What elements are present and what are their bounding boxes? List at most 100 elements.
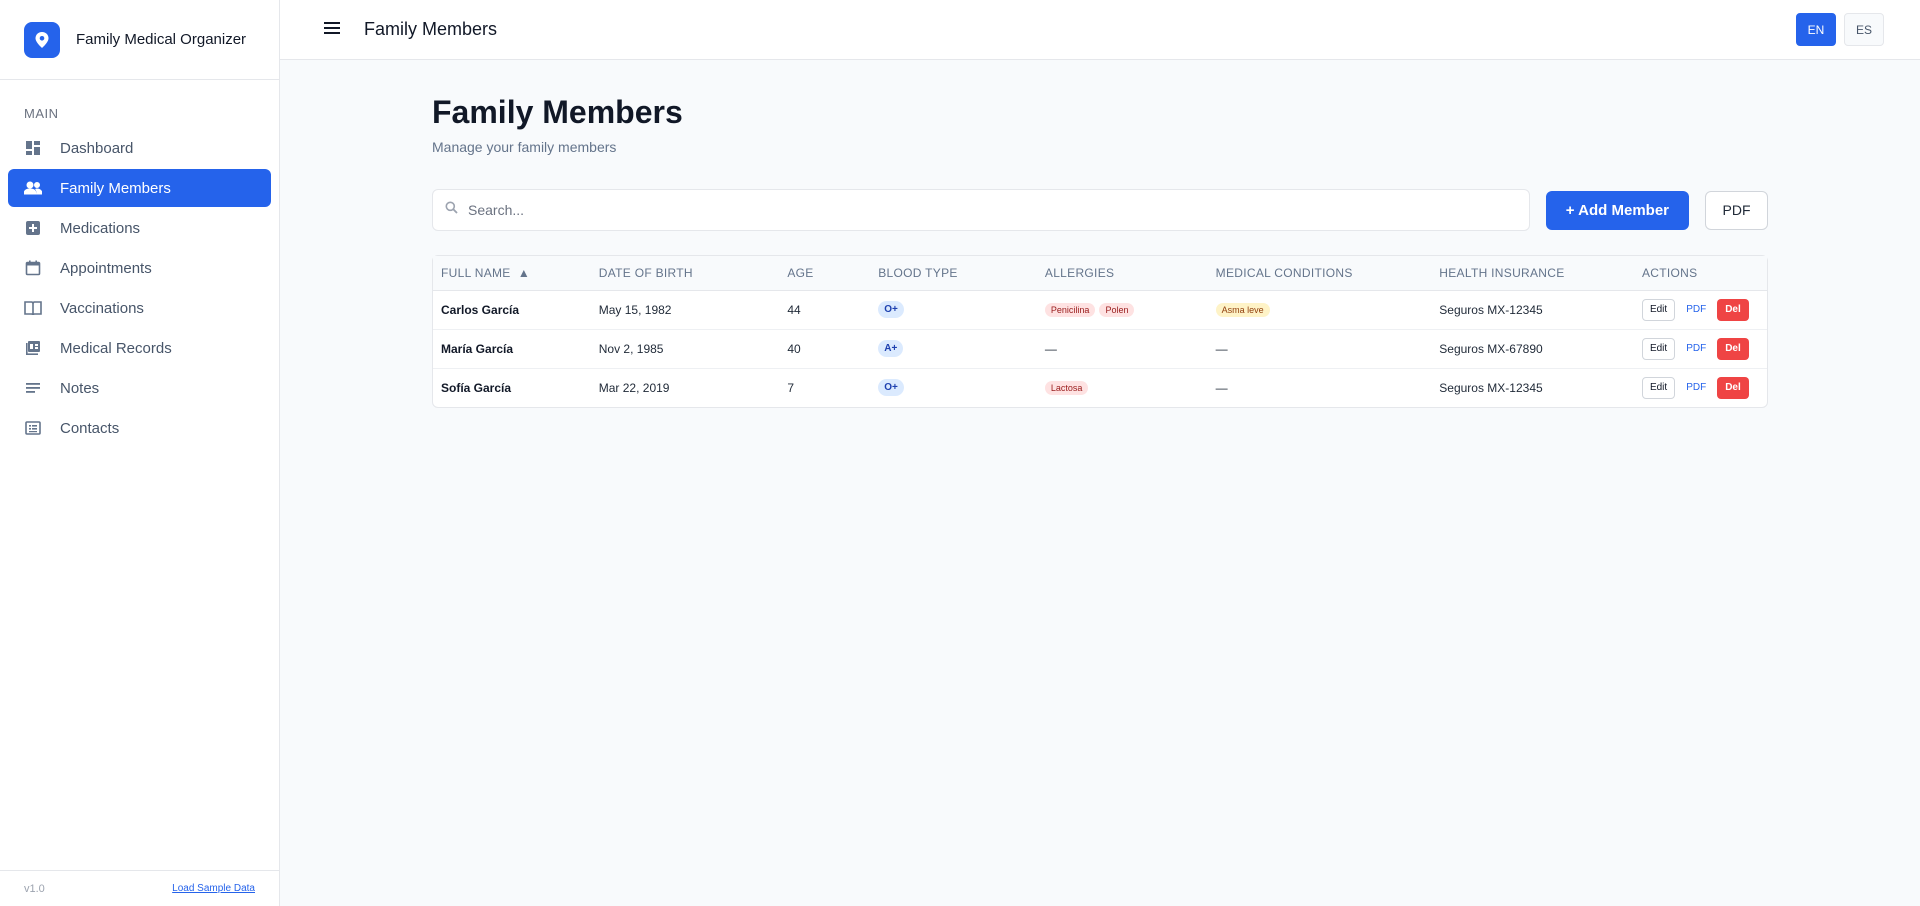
- sidebar-item-contacts[interactable]: Contacts: [8, 409, 271, 447]
- export-pdf-button[interactable]: PDF: [1705, 190, 1768, 230]
- column-header-full-name[interactable]: FULL NAME ▲: [433, 256, 591, 291]
- member-conditions-empty: —: [1207, 329, 1432, 369]
- sidebar-item-label: Medications: [60, 219, 141, 237]
- sidebar-item-vaccinations[interactable]: Vaccinations: [8, 289, 271, 327]
- app-version: v1.0: [24, 882, 45, 895]
- edit-button[interactable]: Edit: [1641, 376, 1676, 399]
- sidebar-item-label: Medical Records: [60, 339, 172, 357]
- row-pdf-button[interactable]: PDF: [1681, 299, 1711, 321]
- blood-type-badge: O+: [878, 301, 904, 318]
- people-icon: [24, 179, 42, 197]
- column-header-blood-type[interactable]: BLOOD TYPE: [870, 256, 1037, 291]
- sidebar: Family Medical Organizer MAIN Dashboard …: [0, 0, 280, 906]
- book-icon: [24, 299, 42, 317]
- sidebar-item-label: Dashboard: [60, 139, 134, 157]
- sidebar-item-medications[interactable]: Medications: [8, 209, 271, 247]
- brand: Family Medical Organizer: [0, 0, 279, 80]
- sidebar-item-notes[interactable]: Notes: [8, 369, 271, 407]
- sidebar-item-label: Family Members: [60, 179, 171, 197]
- member-allergies-cell: Penicilina Polen: [1036, 290, 1208, 330]
- member-dob: Nov 2, 1985: [590, 329, 780, 369]
- sidebar-item-dashboard[interactable]: Dashboard: [8, 129, 271, 167]
- sidebar-item-medical-records[interactable]: Medical Records: [8, 329, 271, 367]
- app-name: Family Medical Organizer: [76, 31, 247, 48]
- menu-toggle-button[interactable]: [322, 20, 342, 40]
- member-age: 7: [787, 380, 795, 395]
- toolbar: + Add Member PDF: [432, 189, 1768, 231]
- delete-button[interactable]: Del: [1717, 298, 1749, 321]
- sidebar-item-label: Notes: [60, 379, 100, 397]
- member-blood-cell: O+: [870, 368, 1037, 407]
- sidebar-item-label: Appointments: [60, 259, 152, 277]
- member-blood-cell: A+: [870, 329, 1037, 369]
- topbar-title: Family Members: [364, 19, 498, 39]
- app-logo-icon: [24, 21, 60, 58]
- sort-ascending-icon: ▲: [517, 265, 531, 280]
- member-name: María García: [433, 329, 591, 369]
- records-icon: [24, 339, 42, 357]
- delete-button[interactable]: Del: [1717, 376, 1749, 399]
- member-blood-cell: O+: [870, 290, 1037, 330]
- language-switcher: EN ES: [1796, 13, 1884, 46]
- allergy-tag: Polen: [1099, 303, 1135, 317]
- row-pdf-button[interactable]: PDF: [1681, 338, 1711, 360]
- page-title: Family Members: [432, 94, 683, 130]
- blood-type-badge: A+: [878, 340, 904, 357]
- search-icon: [445, 201, 458, 219]
- calendar-icon: [24, 259, 42, 277]
- member-age: 40: [779, 329, 871, 369]
- table-header-row: FULL NAME ▲ DATE OF BIRTH AGE BLOOD TYPE…: [433, 256, 1767, 291]
- edit-button[interactable]: Edit: [1641, 298, 1676, 321]
- column-header-age[interactable]: AGE: [779, 256, 871, 291]
- load-sample-data-link[interactable]: Load Sample Data: [172, 883, 255, 894]
- contacts-icon: [24, 419, 42, 437]
- column-header-date-of-birth[interactable]: DATE OF BIRTH: [590, 256, 780, 291]
- member-age: 44: [779, 290, 871, 330]
- row-actions: Edit PDF Del: [1634, 368, 1767, 407]
- member-dob: Mar 22, 2019: [598, 380, 670, 395]
- row-actions: Edit PDF Del: [1633, 329, 1767, 369]
- member-conditions-empty: —: [1215, 380, 1228, 395]
- members-table: FULL NAME ▲ DATE OF BIRTH AGE BLOOD TYPE…: [432, 255, 1768, 408]
- edit-button[interactable]: Edit: [1641, 337, 1676, 360]
- allergy-tag: Lactosa: [1044, 381, 1089, 396]
- dashboard-icon: [24, 139, 42, 157]
- sidebar-nav: Dashboard Family Members Medications App…: [0, 129, 279, 447]
- medical-plus-icon: [24, 219, 42, 237]
- member-name: Carlos García: [433, 290, 591, 330]
- table-row: María García Nov 2, 1985 40 A+ — — Segur…: [433, 329, 1767, 369]
- condition-tag: Asma leve: [1215, 303, 1270, 317]
- search-input[interactable]: [468, 202, 1517, 218]
- row-pdf-button[interactable]: PDF: [1681, 377, 1711, 399]
- delete-button[interactable]: Del: [1717, 337, 1749, 360]
- member-insurance: Seguros MX-67890: [1431, 329, 1634, 369]
- row-actions: Edit PDF Del: [1633, 290, 1767, 330]
- topbar: Family Members EN ES: [280, 0, 1920, 60]
- page-subtitle: Manage your family members: [432, 139, 617, 155]
- column-header-actions: ACTIONS: [1633, 256, 1767, 291]
- hamburger-icon: [324, 21, 340, 39]
- table-row: Sofía García Mar 22, 2019 7 O+ Lactosa —…: [433, 368, 1767, 407]
- sidebar-item-family-members[interactable]: Family Members: [8, 169, 271, 207]
- member-allergies-cell: Lactosa: [1037, 368, 1208, 407]
- notes-icon: [24, 379, 42, 397]
- column-header-health-insurance[interactable]: HEALTH INSURANCE: [1431, 256, 1634, 291]
- member-insurance: Seguros MX-12345: [1439, 380, 1543, 395]
- blood-type-badge: O+: [878, 379, 904, 397]
- sidebar-item-appointments[interactable]: Appointments: [8, 249, 271, 287]
- sidebar-footer: v1.0 Load Sample Data: [0, 870, 279, 906]
- language-es-button[interactable]: ES: [1844, 13, 1884, 46]
- add-member-button[interactable]: + Add Member: [1545, 190, 1689, 230]
- member-name: Sofía García: [441, 380, 512, 395]
- main-content: Family Members Manage your family member…: [432, 94, 1768, 408]
- sidebar-item-label: Vaccinations: [60, 299, 144, 317]
- column-header-medical-conditions[interactable]: MEDICAL CONDITIONS: [1207, 256, 1432, 291]
- member-conditions-cell: Asma leve: [1207, 290, 1432, 330]
- member-allergies-empty: —: [1036, 329, 1208, 369]
- language-en-button[interactable]: EN: [1796, 13, 1836, 46]
- search-box: [432, 189, 1530, 231]
- table-row: Carlos García May 15, 1982 44 O+ Penicil…: [433, 290, 1767, 330]
- column-header-allergies[interactable]: ALLERGIES: [1036, 256, 1208, 291]
- allergy-tag: Penicilina: [1044, 303, 1096, 317]
- sidebar-item-label: Contacts: [60, 419, 120, 437]
